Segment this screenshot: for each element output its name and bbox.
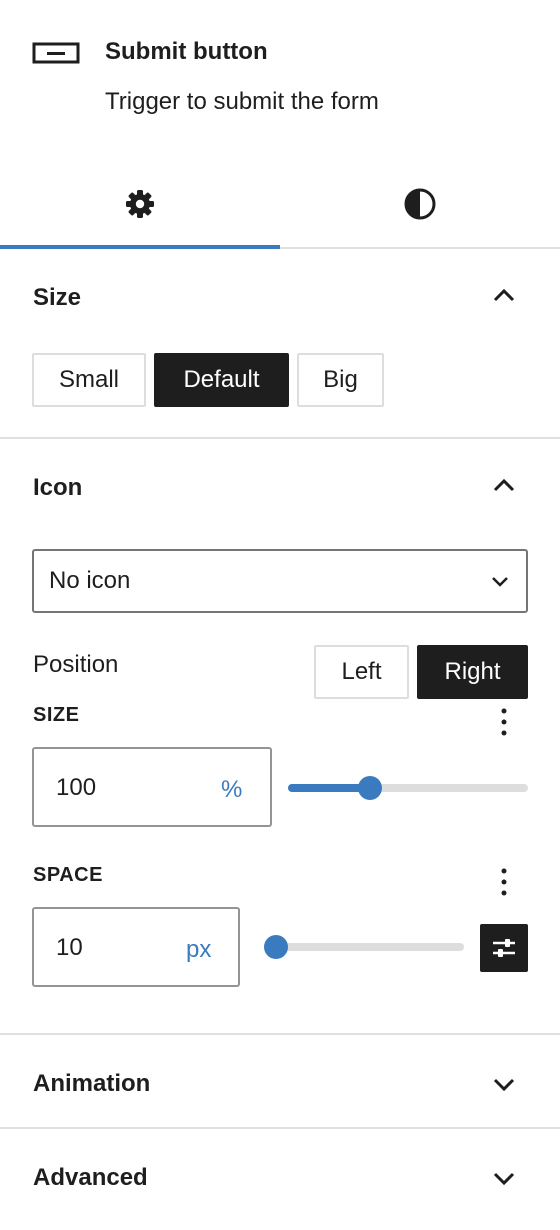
size-default-button[interactable]: Default <box>154 353 289 407</box>
chevron-up-icon[interactable] <box>491 472 517 498</box>
contrast-icon <box>404 188 436 219</box>
size-value: 100 <box>56 774 97 801</box>
size-unit[interactable]: % <box>221 776 242 804</box>
divider <box>0 1127 560 1129</box>
block-card: Submit button Trigger to submit the form <box>0 0 560 160</box>
size-panel-title[interactable]: Size <box>33 284 81 312</box>
custom-value-toggle-button[interactable] <box>480 924 528 972</box>
block-title: Submit button <box>105 38 268 65</box>
space-slider-thumb[interactable] <box>264 935 288 959</box>
size-label: SIZE <box>33 704 80 726</box>
position-left-button[interactable]: Left <box>314 645 409 699</box>
size-slider-thumb[interactable] <box>358 776 382 800</box>
inspector-tabs <box>0 160 560 249</box>
size-options-kebab-icon[interactable] <box>494 704 514 740</box>
space-value: 10 <box>56 934 83 961</box>
space-options-kebab-icon[interactable] <box>494 864 514 900</box>
chevron-down-icon[interactable] <box>491 1165 517 1191</box>
size-big-button[interactable]: Big <box>297 353 384 407</box>
size-small-button[interactable]: Small <box>32 353 146 407</box>
advanced-panel-title[interactable]: Advanced <box>33 1164 148 1192</box>
divider <box>0 437 560 439</box>
chevron-down-icon[interactable] <box>491 1071 517 1097</box>
chevron-up-icon[interactable] <box>491 282 517 308</box>
sliders-icon <box>493 939 515 957</box>
icon-select[interactable]: No icon <box>32 549 528 613</box>
icon-select-value: No icon <box>49 567 131 594</box>
chevron-down-icon <box>492 577 508 587</box>
size-number-input[interactable]: 100 % <box>32 747 272 827</box>
icon-panel-title[interactable]: Icon <box>33 474 82 502</box>
space-slider[interactable] <box>264 935 464 959</box>
position-label: Position <box>33 651 119 678</box>
gear-icon <box>126 189 154 218</box>
space-unit[interactable]: px <box>186 936 211 964</box>
animation-panel-title[interactable]: Animation <box>33 1070 150 1098</box>
tab-settings[interactable] <box>0 160 280 247</box>
position-right-button[interactable]: Right <box>417 645 528 699</box>
size-slider[interactable] <box>288 776 528 800</box>
space-number-input[interactable]: 10 px <box>32 907 240 987</box>
button-block-icon <box>32 42 80 64</box>
active-tab-indicator <box>0 245 280 249</box>
space-label: SPACE <box>33 864 103 886</box>
block-description: Trigger to submit the form <box>105 88 379 115</box>
divider <box>0 1033 560 1035</box>
tab-styles[interactable] <box>280 160 560 247</box>
